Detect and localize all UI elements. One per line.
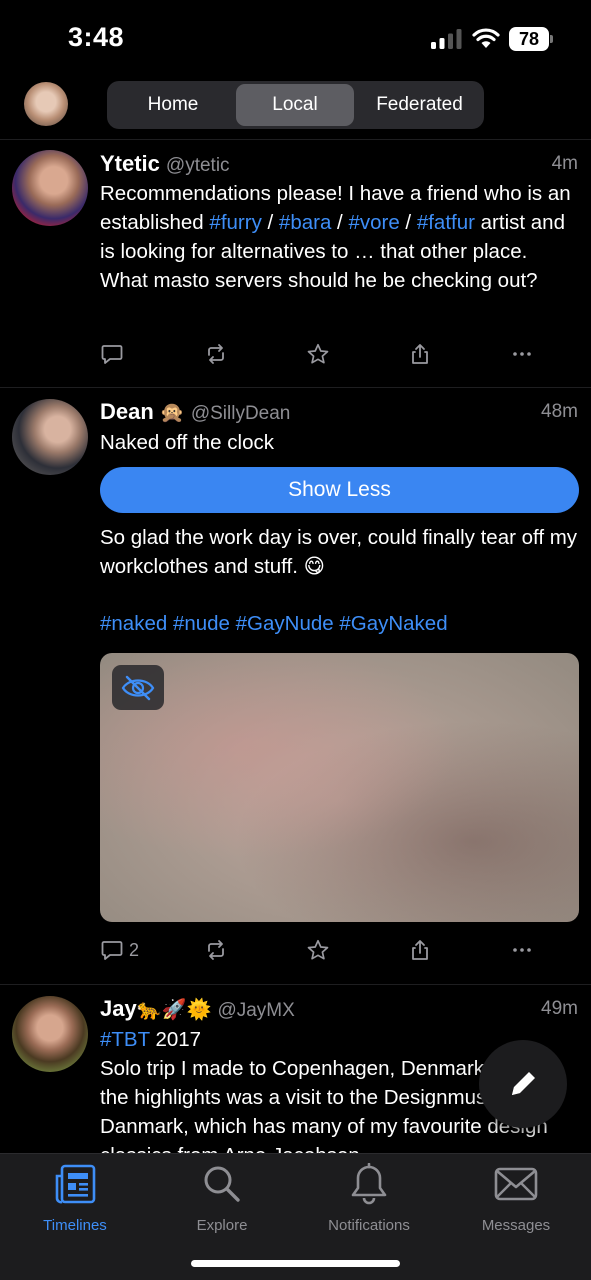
- share-icon: [412, 344, 428, 364]
- status-bar: 3:48 78: [0, 0, 591, 78]
- display-name[interactable]: Dean: [100, 399, 154, 424]
- tab-notifications[interactable]: Notifications: [294, 1162, 444, 1234]
- hide-media-button[interactable]: [112, 665, 164, 710]
- eye-slash-icon: [121, 675, 155, 700]
- boost-icon: [208, 344, 224, 364]
- favorite-button[interactable]: [306, 935, 330, 965]
- sensitive-media-attachment[interactable]: [100, 653, 579, 922]
- share-button[interactable]: [408, 339, 432, 369]
- tab-label: Timelines: [43, 1217, 107, 1234]
- favorite-button[interactable]: [306, 339, 330, 369]
- post-ytetic[interactable]: Ytetic @ytetic 4m Recommendations please!…: [0, 140, 591, 388]
- share-icon: [412, 940, 428, 960]
- post-time: 49m: [541, 998, 578, 1019]
- account-avatar[interactable]: [24, 82, 68, 126]
- star-icon: [307, 939, 329, 960]
- cellular-signal-icon: [431, 29, 462, 49]
- tab-timelines[interactable]: Timelines: [0, 1162, 150, 1234]
- user-handle[interactable]: @ytetic: [166, 155, 230, 176]
- timeline-header: Home Local Federated: [0, 78, 591, 140]
- show-less-button[interactable]: Show Less: [100, 467, 579, 513]
- post-dean[interactable]: Dean 🙊 @SillyDean 48m Naked off the clock…: [0, 388, 591, 985]
- avatar-jay[interactable]: [12, 996, 88, 1072]
- post-year: 2017: [149, 1028, 202, 1051]
- post-actions: 2: [100, 935, 540, 965]
- star-icon: [307, 343, 329, 364]
- reply-icon: [101, 941, 123, 960]
- status-time: 3:48: [68, 22, 125, 52]
- reply-icon: [101, 345, 123, 364]
- boost-button[interactable]: [204, 935, 228, 965]
- post-time: 48m: [541, 401, 578, 422]
- hashtag-link[interactable]: #fatfur: [417, 211, 475, 234]
- post-author: Jay🐆🚀🌞 @JayMX: [100, 996, 295, 1022]
- more-button[interactable]: [510, 935, 534, 965]
- hashtag-link[interactable]: #vore: [348, 211, 399, 234]
- separator: /: [399, 211, 417, 234]
- battery-indicator: 78: [509, 27, 553, 51]
- more-button[interactable]: [510, 339, 534, 369]
- tab-explore[interactable]: Explore: [147, 1162, 297, 1234]
- tab-home[interactable]: Home: [111, 84, 235, 126]
- post-hashtags[interactable]: #naked #nude #GayNude #GayNaked: [100, 609, 580, 638]
- post-author: Ytetic @ytetic: [100, 151, 230, 177]
- tab-label: Notifications: [328, 1217, 410, 1234]
- timeline-selector: Home Local Federated: [107, 81, 484, 129]
- user-handle[interactable]: @SillyDean: [191, 403, 291, 424]
- timelines-icon: [55, 1164, 96, 1204]
- battery-level: 78: [509, 27, 549, 51]
- content-warning: Naked off the clock: [100, 431, 274, 454]
- compose-button[interactable]: [479, 1040, 567, 1128]
- battery-tip: [550, 35, 553, 43]
- pencil-icon: [512, 1072, 535, 1095]
- tab-label: Messages: [481, 1217, 551, 1234]
- search-icon: [204, 1166, 240, 1202]
- post-content: Recommendations please! I have a friend …: [100, 179, 580, 295]
- separator: /: [331, 211, 349, 234]
- post-time: 4m: [551, 153, 578, 174]
- bell-icon: [351, 1163, 387, 1205]
- wifi-icon: [472, 28, 500, 48]
- hashtag-link[interactable]: #bara: [279, 211, 331, 234]
- display-name[interactable]: Ytetic: [100, 151, 160, 176]
- more-icon: [513, 948, 531, 952]
- avatar-dean[interactable]: [12, 399, 88, 475]
- envelope-icon: [494, 1167, 538, 1201]
- post-author: Dean 🙊 @SillyDean: [100, 399, 290, 425]
- separator: /: [261, 211, 279, 234]
- reply-button[interactable]: 2: [100, 935, 139, 965]
- more-icon: [513, 352, 531, 356]
- boost-icon: [208, 940, 224, 960]
- user-handle[interactable]: @JayMX: [217, 1000, 294, 1021]
- tab-label: Explore: [196, 1217, 248, 1234]
- reply-count: 2: [129, 939, 140, 960]
- hashtag-link[interactable]: #TBT: [100, 1028, 150, 1051]
- post-text: So glad the work day is over, could fina…: [100, 526, 578, 578]
- tab-messages[interactable]: Messages: [441, 1162, 591, 1234]
- share-button[interactable]: [408, 935, 432, 965]
- display-name[interactable]: Jay: [100, 996, 137, 1021]
- name-emoji: 🐆🚀🌞: [136, 999, 212, 1021]
- name-emoji: 🙊: [159, 402, 185, 424]
- tab-federated[interactable]: Federated: [359, 84, 480, 126]
- hashtag-link[interactable]: #furry: [209, 211, 261, 234]
- avatar-ytetic[interactable]: [12, 150, 88, 226]
- boost-button[interactable]: [204, 339, 228, 369]
- reply-button[interactable]: [100, 339, 124, 369]
- post-actions: [100, 339, 540, 369]
- home-indicator[interactable]: [191, 1260, 400, 1267]
- tab-local[interactable]: Local: [236, 84, 354, 126]
